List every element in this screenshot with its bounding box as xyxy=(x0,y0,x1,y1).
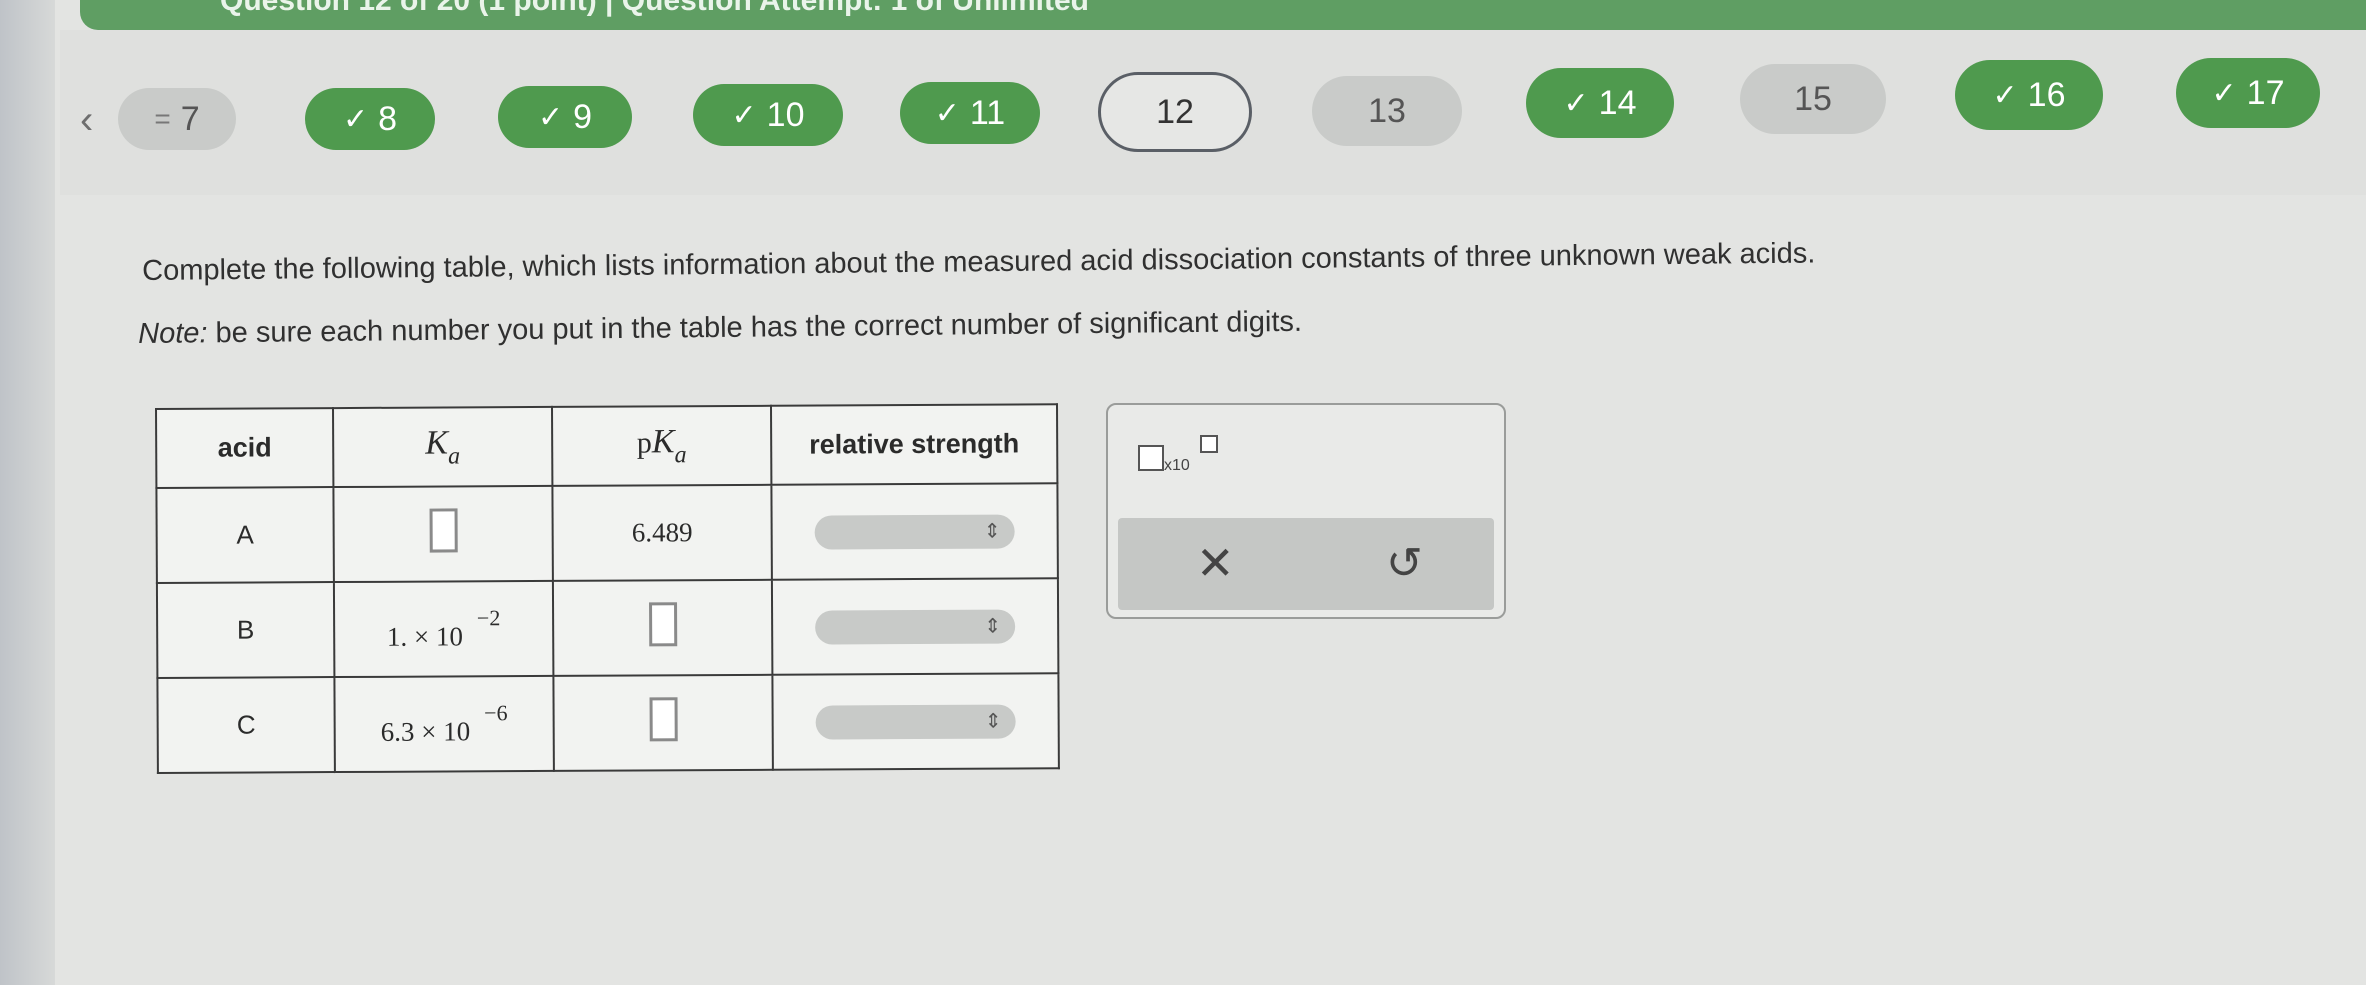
ka-subscript: a xyxy=(448,442,461,469)
acid-cell: A xyxy=(156,487,334,583)
checkmark-icon: ✓ xyxy=(731,98,757,132)
chevron-updown-icon: ⇕ xyxy=(983,520,1001,543)
checkmark-icon: ✓ xyxy=(1563,86,1589,120)
pka-input[interactable] xyxy=(648,602,677,647)
question-nav-label: 14 xyxy=(1598,83,1637,122)
pka-cell xyxy=(552,579,773,676)
question-nav-label: 16 xyxy=(2027,75,2066,114)
note-text: be sure each number you put in the table… xyxy=(207,305,1303,350)
question-nav-14[interactable]: ✓ 14 xyxy=(1526,68,1674,138)
ka-exponent: −2 xyxy=(476,605,501,631)
chevron-updown-icon: ⇕ xyxy=(984,615,1002,638)
ka-input[interactable] xyxy=(429,508,458,553)
question-nav-8[interactable]: ✓ 8 xyxy=(305,88,435,150)
ka-cell: 1. × 10 −2 xyxy=(333,580,554,678)
checkmark-icon: ✓ xyxy=(537,100,564,134)
checkmark-icon: ✓ xyxy=(934,96,960,130)
question-nav-label: 7 xyxy=(180,99,200,138)
question-nav-15[interactable]: 15 xyxy=(1740,64,1886,134)
x10-label: x10 xyxy=(1164,457,1190,474)
strength-select[interactable]: ⇕ xyxy=(814,514,1015,550)
mantissa-box-icon xyxy=(1138,445,1164,471)
question-nav-12[interactable]: 12 xyxy=(1098,72,1252,152)
checkmark-icon: ✓ xyxy=(1992,78,2018,112)
ka-cell: 6.3 × 10 −6 xyxy=(334,675,554,773)
pka-prefix: p xyxy=(636,425,652,459)
window-edge xyxy=(0,0,55,985)
question-nav-label: 8 xyxy=(378,99,398,138)
close-icon[interactable]: ✕ xyxy=(1196,536,1235,590)
pka-cell xyxy=(553,674,773,771)
strength-select[interactable]: ⇕ xyxy=(815,609,1016,645)
question-nav-label: 13 xyxy=(1368,91,1406,130)
header-ka: Ka xyxy=(333,406,553,488)
table-row: C 6.3 × 10 −6 ⇕ xyxy=(157,673,1059,773)
question-nav-7[interactable]: = 7 xyxy=(118,88,236,150)
chevron-left-icon[interactable]: ‹ xyxy=(80,98,93,143)
table-header-row: acid Ka pKa relative strength xyxy=(156,404,1058,488)
question-nav-11[interactable]: ✓ 11 xyxy=(900,82,1040,144)
strength-cell: ⇕ xyxy=(772,673,1059,770)
question-prompt: Complete the following table, which list… xyxy=(142,237,1816,287)
question-nav-16[interactable]: ✓ 16 xyxy=(1955,60,2103,130)
ka-symbol: K xyxy=(425,423,449,462)
ka-mantissa: 6.3 × 10 xyxy=(380,716,471,747)
exponent-box-icon xyxy=(1200,435,1218,453)
question-nav-label: 9 xyxy=(573,97,593,136)
pka-symbol: K xyxy=(651,422,675,460)
checkmark-icon: ✓ xyxy=(2211,76,2237,110)
question-note: Note: be sure each number you put in the… xyxy=(138,306,1302,351)
note-label: Note: xyxy=(138,317,208,350)
header-pka: pKa xyxy=(551,405,772,486)
question-nav-label: 17 xyxy=(2246,73,2285,112)
strength-cell: ⇕ xyxy=(771,578,1059,675)
question-header-title: Question 12 of 20 (1 point) | Question A… xyxy=(220,0,1089,17)
question-nav-10[interactable]: ✓ 10 xyxy=(693,84,843,146)
question-nav-9[interactable]: ✓ 9 xyxy=(498,86,632,148)
acid-cell: C xyxy=(157,677,335,773)
checkmark-icon: ✓ xyxy=(342,102,369,136)
table-row: A 6.489 ⇕ xyxy=(156,483,1058,583)
header-acid: acid xyxy=(156,408,334,488)
pka-cell: 6.489 xyxy=(552,484,772,581)
acid-table: acid Ka pKa relative strength A 6.489 ⇕ … xyxy=(155,403,1060,774)
acid-cell: B xyxy=(156,582,335,678)
panel-action-bar: ✕ ↺ xyxy=(1118,518,1494,610)
partial-icon: = xyxy=(154,103,171,134)
question-nav-label: 15 xyxy=(1794,79,1832,118)
question-nav-label: 12 xyxy=(1156,92,1194,131)
header-relative-strength: relative strength xyxy=(770,404,1058,485)
question-nav-label: 10 xyxy=(766,95,805,134)
undo-icon[interactable]: ↺ xyxy=(1386,538,1423,589)
table-row: B 1. × 10 −2 ⇕ xyxy=(156,578,1059,678)
strength-select[interactable]: ⇕ xyxy=(815,704,1016,740)
chevron-updown-icon: ⇕ xyxy=(984,710,1002,733)
question-nav-13[interactable]: 13 xyxy=(1312,76,1462,146)
pka-subscript: a xyxy=(674,441,687,468)
strength-cell: ⇕ xyxy=(771,483,1058,580)
math-input-panel: x10 ✕ ↺ xyxy=(1106,403,1506,619)
ka-cell xyxy=(333,485,553,583)
pka-input[interactable] xyxy=(649,697,678,742)
question-header-bar: Question 12 of 20 (1 point) | Question A… xyxy=(80,0,2366,30)
ka-mantissa: 1. × 10 xyxy=(386,621,464,652)
question-nav-17[interactable]: ✓ 17 xyxy=(2176,58,2320,128)
question-nav-label: 11 xyxy=(969,93,1006,132)
ka-exponent: −6 xyxy=(484,700,508,726)
